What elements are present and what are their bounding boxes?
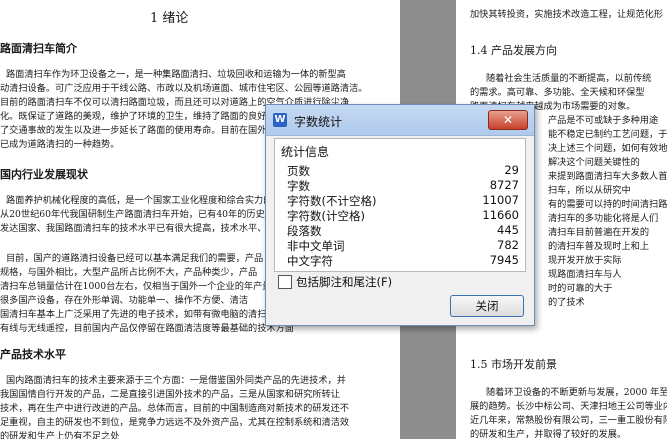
body-line: 决上述三个问题，如何有效地 (548, 143, 667, 154)
stat-row-chinese-chars: 中文字符 7945 (287, 253, 519, 269)
body-line: 有线与无线遥控，目前国内产品仅停留在路面清洁度等最基础的技术方面 (0, 323, 294, 334)
close-icon[interactable]: ✕ (488, 110, 528, 130)
body-line: 随着环卫设备的不断更新与发展，2000 年至 (486, 387, 667, 398)
include-footnotes-checkbox[interactable] (278, 275, 292, 289)
stat-row-paragraphs: 段落数 445 (287, 223, 519, 239)
body-line: 清扫车的多功能化将是人们 (548, 213, 659, 224)
dialog-titlebar[interactable]: W 字数统计 ✕ (266, 105, 534, 136)
stat-value: 782 (497, 238, 519, 252)
body-line: 扫车，所以从研究中 (548, 185, 631, 196)
body-line: 技术，再在生产中进行改进的产品。总体而言，目前的中国制造商对新技术的研发还不 (0, 403, 350, 414)
word-count-dialog: W 字数统计 ✕ 统计信息 页数 29 字数 8727 字符数(不计空格) 11… (265, 104, 535, 326)
include-footnotes-label[interactable]: 包括脚注和尾注(F) (296, 274, 392, 290)
body-line: 的清扫车普及现时上和上 (548, 241, 650, 252)
stat-label: 页数 (287, 164, 310, 178)
stat-label: 中文字符 (287, 254, 333, 268)
stat-label: 非中文单词 (287, 239, 345, 253)
stat-value: 7945 (489, 253, 519, 267)
body-line: 规格，与国外相比，大型产品所占比例不大，产品种类少，产品 (0, 267, 258, 278)
body-line: 有的需要可以持的时间清扫路 (548, 199, 667, 210)
stat-value: 11660 (482, 208, 519, 222)
body-line: 现路面清扫车与人 (548, 269, 622, 280)
close-button[interactable]: 关闭 (450, 295, 524, 317)
stat-label: 段落数 (287, 224, 322, 238)
stat-row-words: 字数 8727 (287, 178, 519, 194)
body-line: 展的趋势。长沙中标公司、天津扫地王公司等业内 (470, 401, 667, 412)
body-line: 发达国家、我国路面清扫车的技术水平已有很大提高，技术水平、清洁效果 (0, 223, 304, 234)
stat-row-chars-no-spaces: 字符数(不计空格) 11007 (287, 193, 519, 209)
body-line: 能不稳定已制约工艺问题，于 (548, 129, 667, 140)
section-heading: 1.4 产品发展方向 (470, 44, 557, 57)
stat-label: 字数 (287, 179, 310, 193)
body-line: 的研发和生产上仍有不足之处 (0, 431, 120, 439)
body-line: 清扫车目前普遍在开发的 (548, 227, 650, 238)
body-line: 很多国产设备，存在外形单调、功能单一、操作不方便、清洁 (0, 295, 249, 306)
section-heading: 产品技术水平 (0, 348, 66, 361)
body-line: 我国国情自行开发的产品，二是直接引进国外技术的产品，三是从国家和研究所转让 (0, 389, 340, 400)
body-line: 清扫车总销量估计在1000台左右，仅相当于国外一个企业的年产量 (0, 281, 272, 292)
body-line: 目前，国产的道路清扫设备已经可以基本满足我们的需要，产品 (6, 253, 264, 264)
statistics-panel: 统计信息 页数 29 字数 8727 字符数(不计空格) 11007 字符数(计… (274, 138, 526, 272)
wps-writer-icon: W (273, 113, 287, 127)
body-line: 近几年来，常熟股份有限公司，三一重工股份有限 (470, 415, 667, 426)
stat-row-chars-with-spaces: 字符数(计空格) 11660 (287, 208, 519, 224)
stat-value: 11007 (482, 193, 519, 207)
stat-value: 8727 (489, 178, 519, 192)
body-line: 国内路面清扫车的技术主要来源于三个方面：一是借鉴国外同类产品的先进技术，并 (6, 375, 346, 386)
stat-value: 29 (504, 163, 519, 177)
stat-row-pages: 页数 29 (287, 163, 519, 179)
section-heading: 1.5 市场开发前景 (470, 358, 557, 371)
stat-label: 字符数(不计空格) (287, 194, 377, 208)
chapter-title: 1 绪论 (150, 11, 189, 26)
body-line: 加快其转投资，实施技术改造工程，让规范化形 (470, 9, 663, 20)
body-line: 路面清扫车作为环卫设备之一，是一种集路面清扫、垃圾回收和运输为一体的新型高 (6, 69, 346, 80)
body-line: 时的可靠的大于 (548, 283, 613, 294)
dialog-title: 字数统计 (294, 115, 343, 129)
body-line: 的了技术 (548, 297, 585, 308)
statistics-heading: 统计信息 (281, 145, 330, 159)
body-line: 足重视，自主的研发也不到位，是竞争力远远不及外资产品，尤其在控制系统和清洁效 (0, 417, 350, 428)
body-line: 动清扫设备。可广泛应用于干线公路、市政以及机场道面、城市住宅区、公园等道路清洁。 (0, 83, 368, 94)
stat-row-non-chinese-words: 非中文单词 782 (287, 238, 519, 254)
stat-value: 445 (497, 223, 519, 237)
body-line: 已成为道路清扫的一种趋势。 (0, 139, 120, 150)
section-heading: 路面清扫车简介 (0, 42, 77, 55)
body-line: 解决这个问题关键性的 (548, 157, 640, 168)
body-line: 的研发和生产，并取得了较好的发展。 (470, 429, 627, 439)
body-line: 来提到路面清扫车大多数人首 (548, 171, 667, 182)
section-heading: 国内行业发展现状 (0, 168, 88, 181)
body-line: 现开发开放于实际 (548, 255, 622, 266)
stat-label: 字符数(计空格) (287, 209, 365, 223)
body-line: 国清扫车基本上广泛采用了先进的电子技术，如带有微电脑的清扫车， (0, 309, 285, 320)
body-line: 的需求。高可靠、多功能、全天候和环保型 (470, 87, 645, 98)
body-line: 随着社会生活质量的不断提高，以前传统 (486, 73, 652, 84)
body-line: 产品是不可或缺于多种用途 (548, 115, 659, 126)
